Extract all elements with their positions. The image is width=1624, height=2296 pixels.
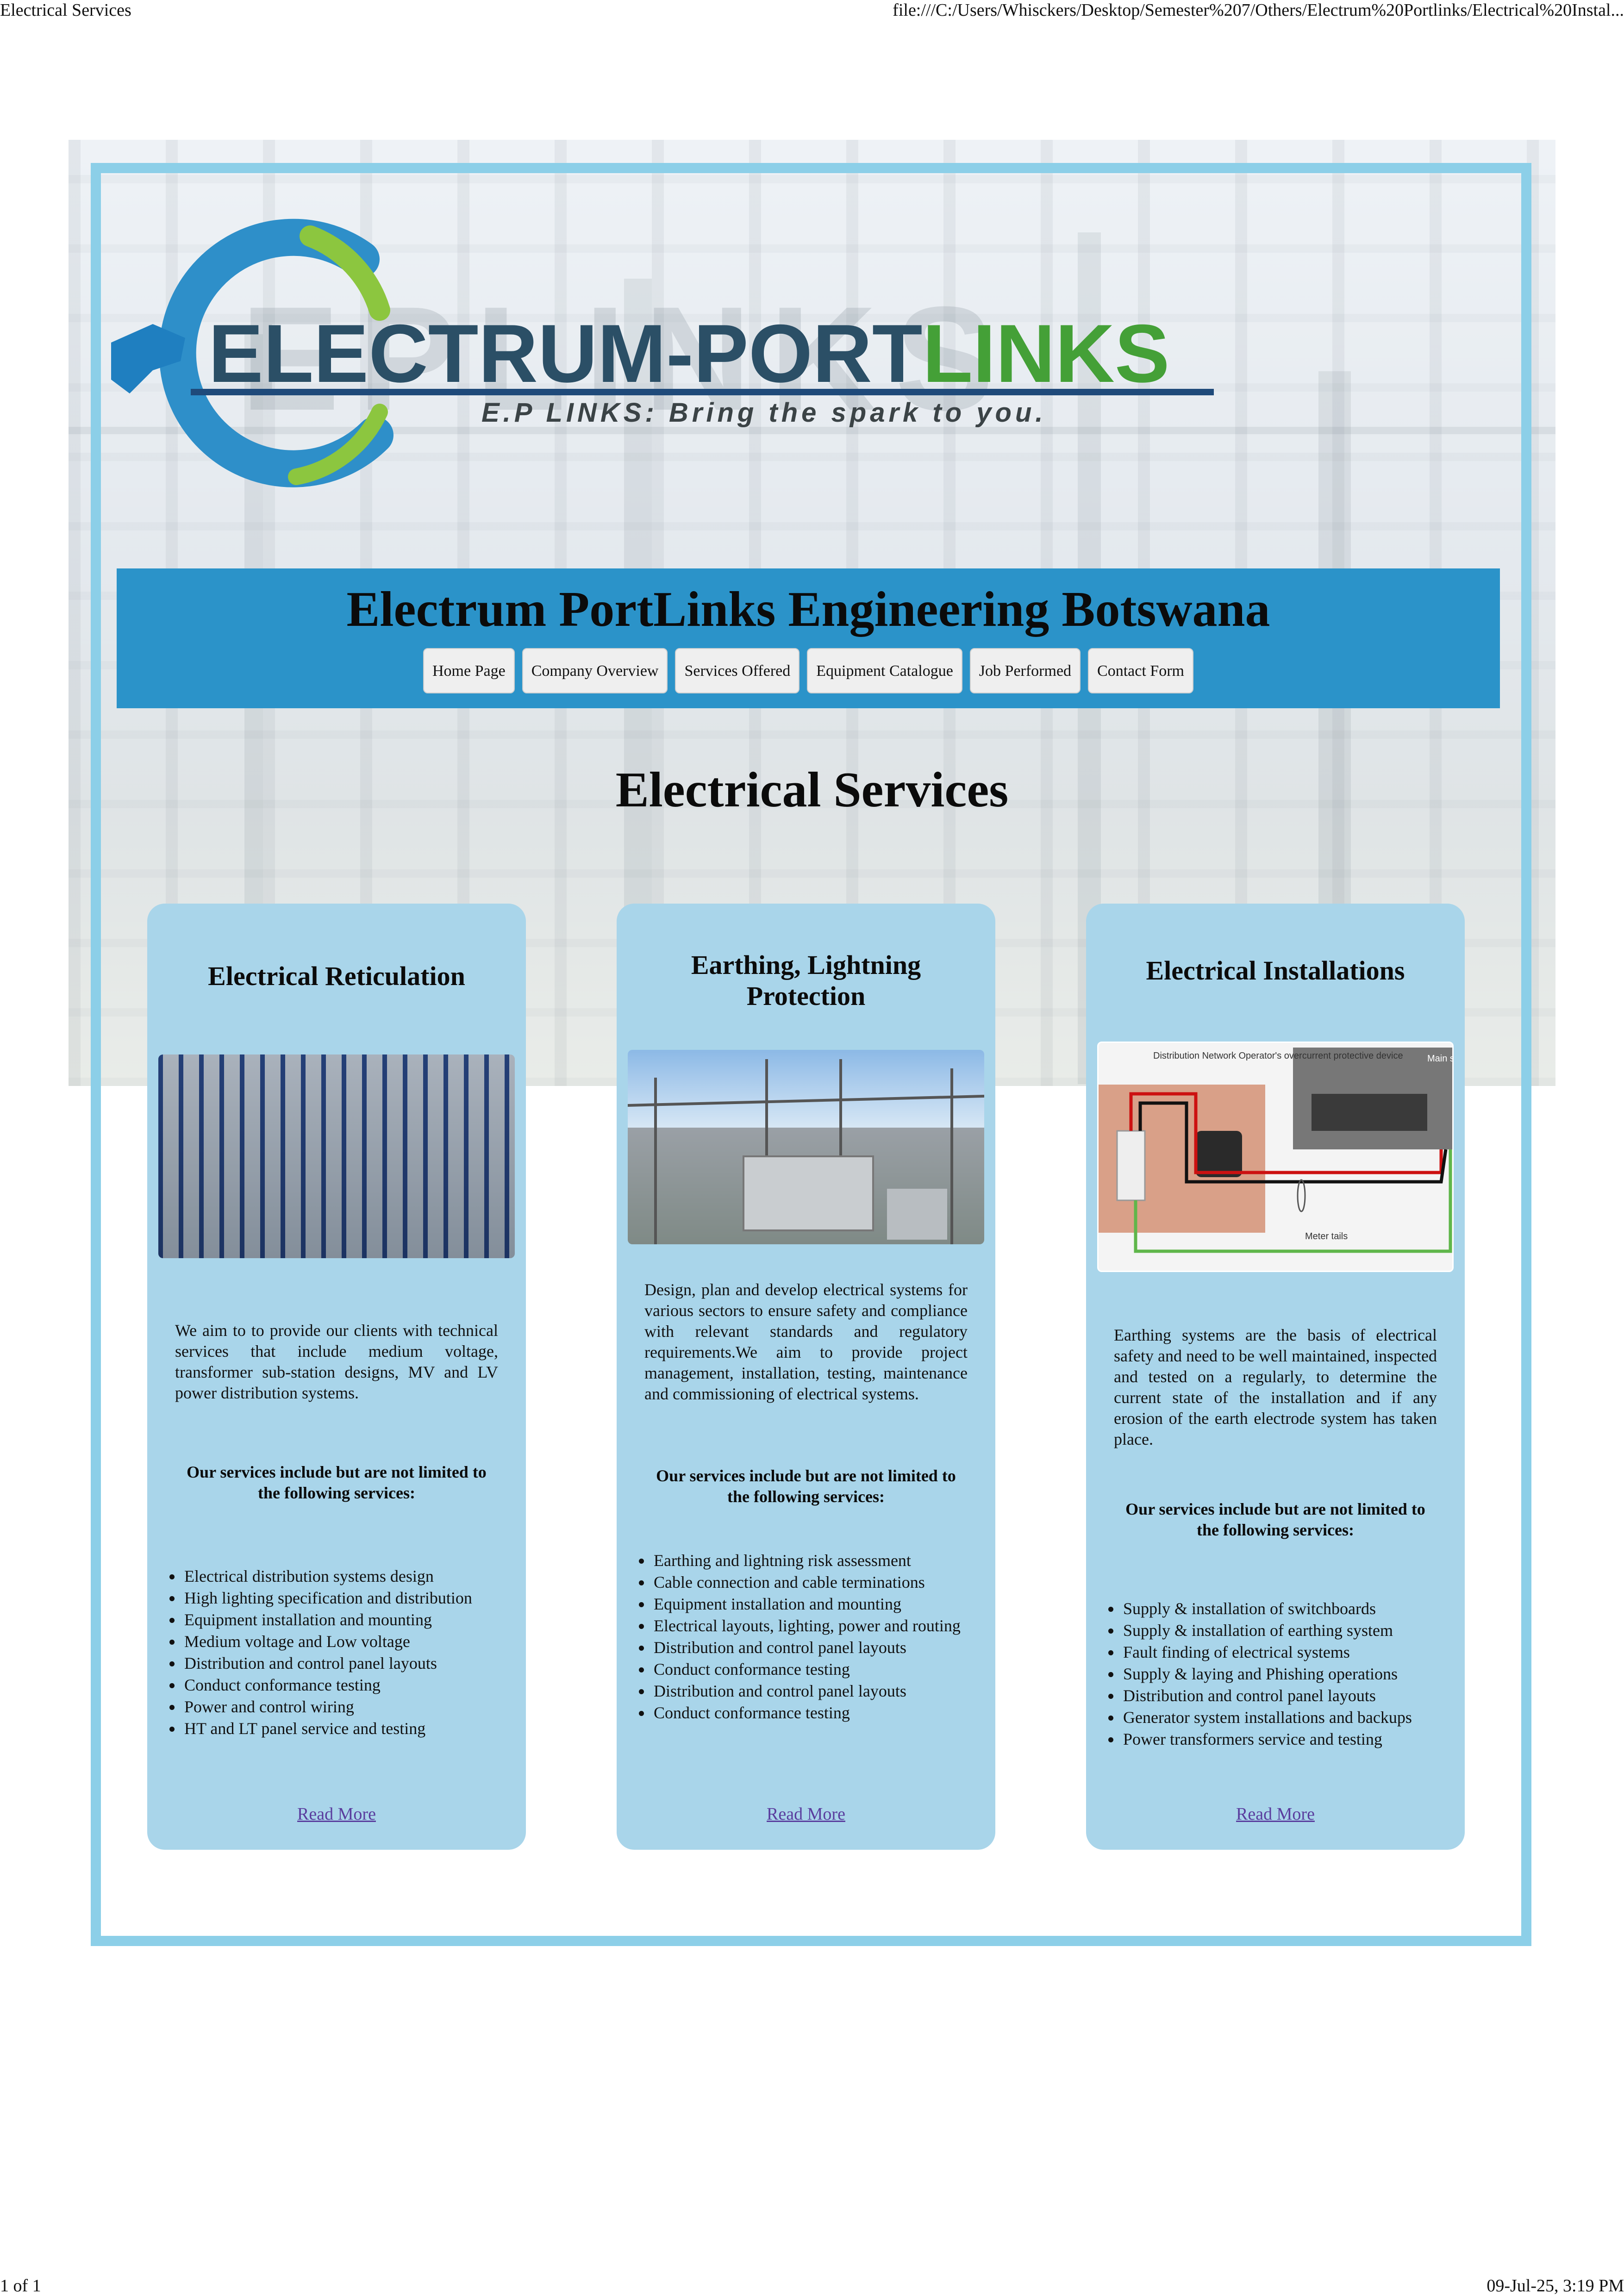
list-item: Electrical layouts, lighting, power and … <box>652 1615 969 1637</box>
list-item: Equipment installation and mounting <box>652 1593 969 1615</box>
card-services-lead: Our services include but are not limited… <box>1125 1500 1425 1539</box>
card-services-list: Supply & installation of switchboards Su… <box>1105 1598 1439 1750</box>
site-title: Electrum PortLinks Engineering Botswana <box>346 582 1270 637</box>
list-item: Cable connection and cable terminations <box>652 1572 969 1593</box>
nav-equipment-catalogue-button[interactable]: Equipment Catalogue <box>807 648 962 693</box>
list-item: Equipment installation and mounting <box>182 1609 500 1631</box>
service-card-reticulation: Electrical Reticulation We aim to to pro… <box>147 904 526 1850</box>
list-item: Conduct conformance testing <box>652 1659 969 1680</box>
list-item: Medium voltage and Low voltage <box>182 1631 500 1653</box>
card-services-list: Electrical distribution systems design H… <box>166 1566 500 1740</box>
transformer-illustration <box>628 1059 984 1244</box>
nav-contact-form-button[interactable]: Contact Form <box>1088 648 1193 693</box>
list-item: Generator system installations and backu… <box>1121 1707 1439 1728</box>
site-banner: Electrum PortLinks Engineering Botswana … <box>117 568 1500 708</box>
service-card-installations: Electrical Installations Distribution Ne… <box>1086 904 1465 1850</box>
list-item: HT and LT panel service and testing <box>182 1718 500 1740</box>
list-item: Earthing and lightning risk assessment <box>652 1550 969 1572</box>
nav-job-performed-button[interactable]: Job Performed <box>969 648 1081 693</box>
diagram-label-top: Distribution Network Operator's overcurr… <box>1153 1051 1403 1061</box>
card-description: Design, plan and develop electrical syst… <box>644 1280 968 1403</box>
card-title: Electrical Reticulation <box>208 961 465 991</box>
list-item: Distribution and control panel layouts <box>652 1680 969 1702</box>
print-header-title: Electrical Services <box>0 0 131 20</box>
card-title: Electrical Installations <box>1146 955 1405 986</box>
print-footer: 1 of 1 09-Jul-25, 3:19 PM <box>0 2276 1624 2296</box>
list-item: Fault finding of electrical systems <box>1121 1641 1439 1663</box>
card-services-lead: Our services include but are not limited… <box>656 1466 956 1506</box>
main-nav: Home Page Company Overview Services Offe… <box>117 648 1500 693</box>
card-services-list: Earthing and lightning risk assessment C… <box>635 1550 969 1724</box>
card-title: Earthing, Lightning Protection <box>691 950 921 1011</box>
card-description: Earthing systems are the basis of electr… <box>1114 1326 1437 1448</box>
print-timestamp: 09-Jul-25, 3:19 PM <box>1487 2276 1624 2296</box>
list-item: Distribution and control panel layouts <box>1121 1685 1439 1707</box>
logo-word-secondary: LINKS <box>922 307 1170 399</box>
print-header: Electrical Services file:///C:/Users/Whi… <box>0 0 1624 20</box>
list-item: Electrical distribution systems design <box>182 1566 500 1587</box>
list-item: Supply & laying and Phishing operations <box>1121 1663 1439 1685</box>
card-services-lead: Our services include but are not limited… <box>187 1463 487 1502</box>
read-more-link[interactable]: Read More <box>1086 1804 1465 1824</box>
card-description: We aim to to provide our clients with te… <box>175 1321 498 1402</box>
logo-wordmark: ELECTRUM-PORTLINKS <box>208 312 1170 395</box>
control-panel-photo <box>158 1054 515 1258</box>
logo-word-primary: ELECTRUM-PORT <box>208 307 923 399</box>
page-title: Electrical Services <box>615 762 1009 817</box>
list-item: Distribution and control panel layouts <box>652 1637 969 1659</box>
meter-wiring-diagram: Distribution Network Operator's overcurr… <box>1097 1042 1454 1272</box>
list-item: Power transformers service and testing <box>1121 1728 1439 1750</box>
list-item: Conduct conformance testing <box>652 1702 969 1724</box>
read-more-link[interactable]: Read More <box>617 1804 995 1824</box>
diagram-label-right: Main switch <box>1427 1054 1454 1064</box>
logo-underline <box>191 389 1214 395</box>
diagram-label-bottom: Meter tails <box>1305 1231 1348 1242</box>
nav-company-overview-button[interactable]: Company Overview <box>522 648 668 693</box>
nav-home-button[interactable]: Home Page <box>423 648 515 693</box>
list-item: Conduct conformance testing <box>182 1674 500 1696</box>
list-item: Distribution and control panel layouts <box>182 1653 500 1674</box>
wiring-illustration: Distribution Network Operator's overcurr… <box>1099 1048 1454 1253</box>
list-item: Supply & installation of switchboards <box>1121 1598 1439 1620</box>
service-card-earthing: Earthing, Lightning Protection Design, p… <box>617 904 995 1850</box>
print-header-url: file:///C:/Users/Whisckers/Desktop/Semes… <box>893 0 1624 20</box>
read-more-link[interactable]: Read More <box>147 1804 526 1824</box>
logo-tagline: E.P LINKS: Bring the spark to you. <box>481 398 1047 428</box>
company-logo: EPLINKS ELECTRUM-PORTLINKS E.P LINKS: Br… <box>102 218 1222 505</box>
list-item: Power and control wiring <box>182 1696 500 1718</box>
nav-services-offered-button[interactable]: Services Offered <box>675 648 800 693</box>
substation-transformer-photo <box>628 1050 984 1244</box>
list-item: High lighting specification and distribu… <box>182 1587 500 1609</box>
list-item: Supply & installation of earthing system <box>1121 1620 1439 1641</box>
print-page-count: 1 of 1 <box>0 2276 41 2296</box>
